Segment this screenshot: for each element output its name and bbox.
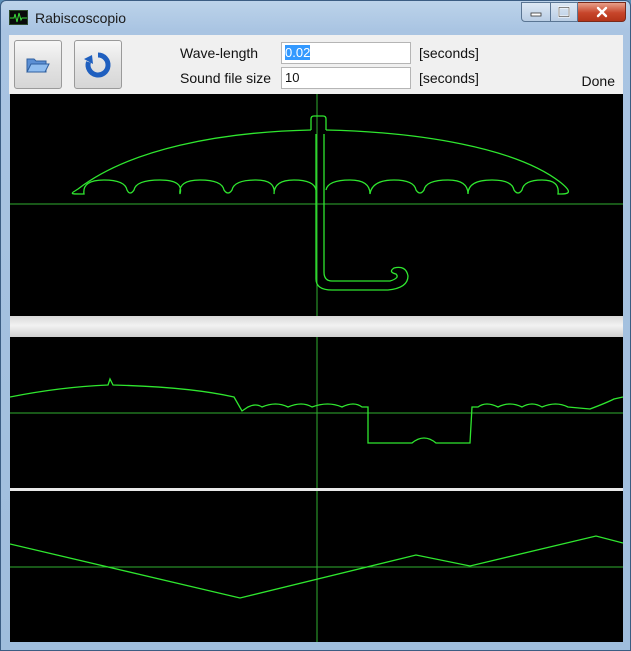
minimize-icon <box>530 12 542 17</box>
title-bar[interactable]: Rabiscoscopio <box>1 1 630 35</box>
sound-file-size-input[interactable]: 10 <box>281 67 411 89</box>
toolbar: Wave-length 0.02 [seconds] Sound file si… <box>9 35 623 94</box>
status-text: Done <box>581 73 615 89</box>
close-button[interactable] <box>578 2 626 22</box>
umbrella-handle-trace <box>310 115 409 291</box>
wavelength-input[interactable]: 0.02 <box>281 42 411 64</box>
umbrella-canopy-trace <box>71 129 570 195</box>
sound-file-size-unit: [seconds] <box>419 70 479 86</box>
refresh-icon <box>84 51 111 77</box>
window-title: Rabiscoscopio <box>35 10 127 26</box>
wavelength-label: Wave-length <box>180 45 259 61</box>
minimize-button[interactable] <box>521 2 551 22</box>
caption-buttons <box>521 2 626 22</box>
close-icon <box>596 6 607 18</box>
app-window: Rabiscoscopio Wave-length 0.02 [seconds]… <box>0 0 631 651</box>
panel-splitter[interactable] <box>10 316 623 337</box>
sound-file-size-value: 10 <box>285 70 300 85</box>
maximize-button[interactable] <box>551 2 578 22</box>
wavelength-value: 0.02 <box>285 45 311 60</box>
app-oscilloscope-icon <box>9 10 28 25</box>
wavelength-unit: [seconds] <box>419 45 479 61</box>
folder-open-icon <box>26 58 50 72</box>
sound-file-size-label: Sound file size <box>180 70 272 86</box>
open-file-button[interactable] <box>14 40 62 89</box>
xy-drawing-view <box>10 94 623 316</box>
refresh-button[interactable] <box>74 40 122 89</box>
restore-icon <box>558 6 570 18</box>
left-channel-view <box>10 337 623 488</box>
right-channel-view <box>10 491 623 642</box>
